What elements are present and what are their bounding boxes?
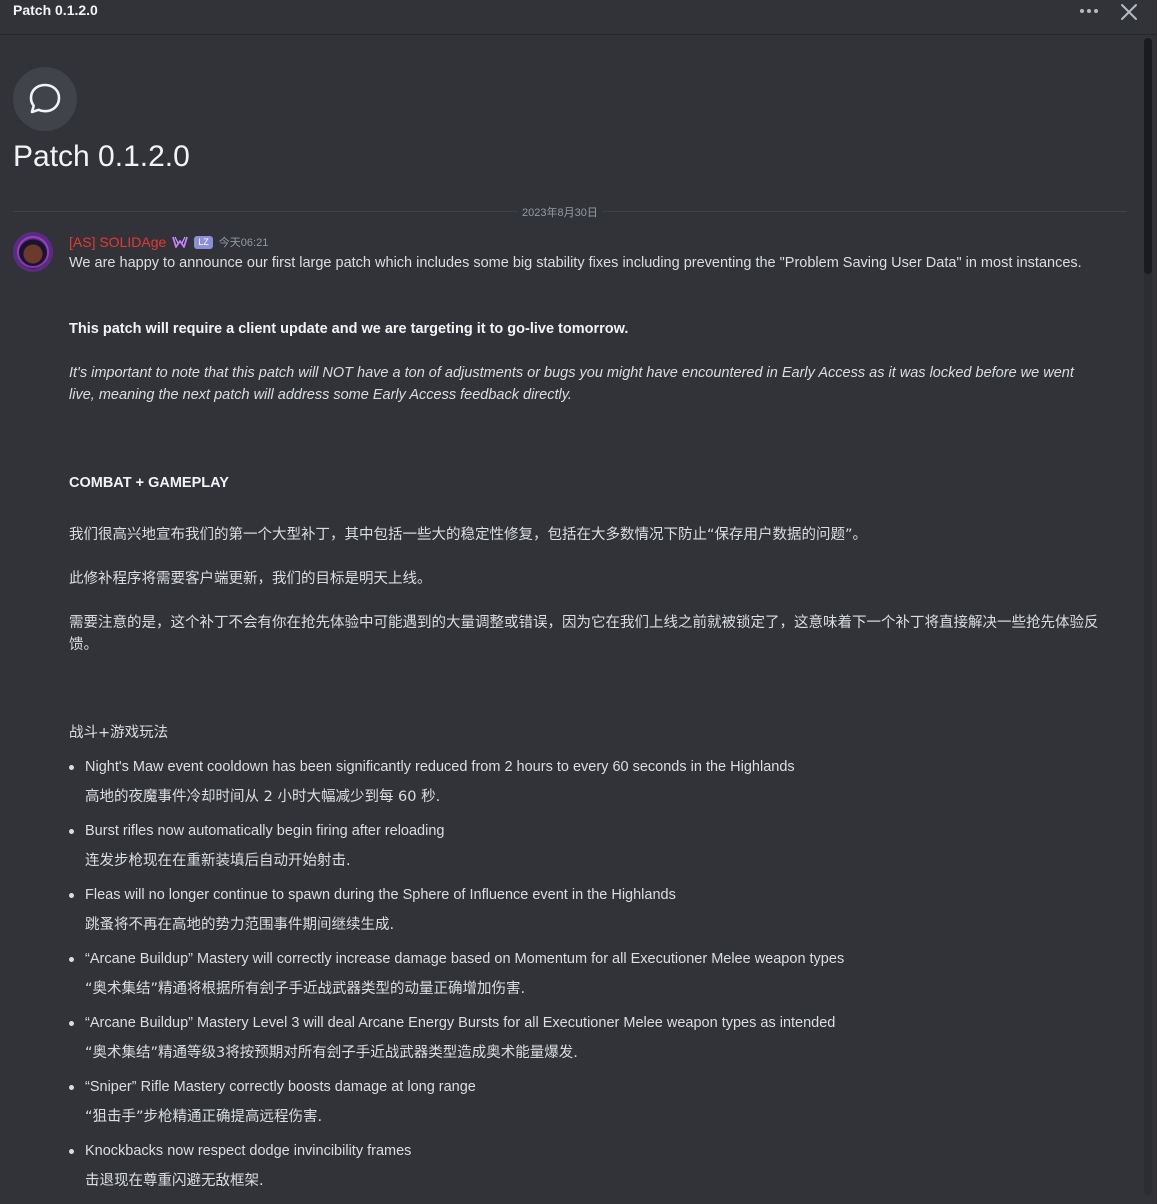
list-item-zh: 跳蚤将不再在高地的势力范围事件期间继续生成. — [85, 917, 395, 933]
bullet — [69, 1149, 74, 1154]
thread-icon-badge — [13, 67, 77, 131]
list-item: Fleas will no longer continue to spawn d… — [69, 884, 1109, 948]
list-item: “Sniper” Rifle Mastery correctly boosts … — [69, 1076, 1109, 1140]
list-item: “Arcane Buildup” Mastery will correctly … — [69, 948, 1109, 1012]
message-note-zh: 需要注意的是，这个补丁不会有你在抢先体验中可能遇到的大量调整或错误，因为它在我们… — [69, 615, 1099, 653]
bullet — [69, 1021, 74, 1026]
list-item: Night's Maw event cooldown has been sign… — [69, 756, 1109, 820]
date-divider: 2023年8月30日 — [13, 204, 1127, 220]
list-item-zh: 连发步枪现在在重新装填后自动开始射击. — [85, 853, 351, 869]
section-heading-zh: 战斗+游戏玩法 — [69, 725, 169, 741]
bullet — [69, 957, 74, 962]
section-heading: COMBAT + GAMEPLAY — [69, 475, 229, 491]
bullet — [69, 829, 74, 834]
list-item-en: Fleas will no longer continue to spawn d… — [85, 887, 676, 903]
list-item-zh: “狙击手”步枪精通正确提高远程伤害. — [85, 1109, 323, 1125]
list-item-en: Knockbacks now respect dodge invincibili… — [85, 1143, 412, 1159]
window-titlebar: Patch 0.1.2.0 — [0, 0, 1157, 35]
list-item: Burst rifles now automatically begin fir… — [69, 820, 1109, 884]
message-timestamp: 今天06:21 — [218, 237, 269, 249]
message-header: [AS] SOLIDAge LZ 今天06:21 — [69, 233, 268, 251]
role-icon — [172, 236, 189, 248]
date-divider-label: 2023年8月30日 — [518, 204, 602, 220]
patch-notes-list: Night's Maw event cooldown has been sign… — [69, 756, 1109, 1204]
message-intro-zh: 我们很高兴地宣布我们的第一个大型补丁，其中包括一些大的稳定性修复，包括在大多数情… — [69, 527, 868, 543]
thread-title: Patch 0.1.2.0 — [13, 140, 190, 173]
list-item-en: Burst rifles now automatically begin fir… — [85, 823, 445, 839]
list-item-en: “Arcane Buildup” Mastery will correctly … — [85, 951, 845, 967]
message-intro: We are happy to announce our first large… — [69, 255, 1082, 271]
scrollbar-thumb[interactable] — [1144, 38, 1152, 274]
list-item-en: “Sniper” Rifle Mastery correctly boosts … — [85, 1079, 476, 1095]
chat-bubble-icon — [29, 83, 61, 114]
list-item-zh: 高地的夜魔事件冷却时间从 2 小时大幅减少到每 60 秒. — [85, 789, 441, 805]
list-item-en: Night's Maw event cooldown has been sign… — [85, 759, 795, 775]
list-item: “Arcane Buildup” Mastery Level 3 will de… — [69, 1012, 1109, 1076]
user-tag-badge: LZ — [194, 235, 213, 249]
list-item-zh: “奥术集结”精通将根据所有刽子手近战武器类型的动量正确增加伤害. — [85, 981, 526, 997]
close-icon[interactable] — [1118, 1, 1140, 23]
bullet — [69, 893, 74, 898]
list-item-zh: 击退现在尊重闪避无敌框架. — [85, 1173, 264, 1189]
message-bold-line-zh: 此修补程序将需要客户端更新，我们的目标是明天上线。 — [69, 571, 432, 587]
author-name[interactable]: [AS] SOLIDAge — [69, 234, 166, 250]
list-item-en: “Arcane Buildup” Mastery Level 3 will de… — [85, 1015, 836, 1031]
list-item-zh: “奥术集结”精通等级3将按预期对所有刽子手近战武器类型造成奥术能量爆发. — [85, 1045, 578, 1061]
message-italic-note: It's important to note that this patch w… — [69, 365, 1074, 403]
bullet — [69, 1085, 74, 1090]
list-item: Knockbacks now respect dodge invincibili… — [69, 1140, 1109, 1204]
bullet — [69, 765, 74, 770]
message-bold-line: This patch will require a client update … — [69, 321, 629, 337]
avatar[interactable] — [13, 232, 53, 272]
more-options-icon[interactable] — [1078, 1, 1100, 21]
scrollbar[interactable] — [1144, 38, 1152, 1195]
window-title: Patch 0.1.2.0 — [13, 2, 98, 18]
